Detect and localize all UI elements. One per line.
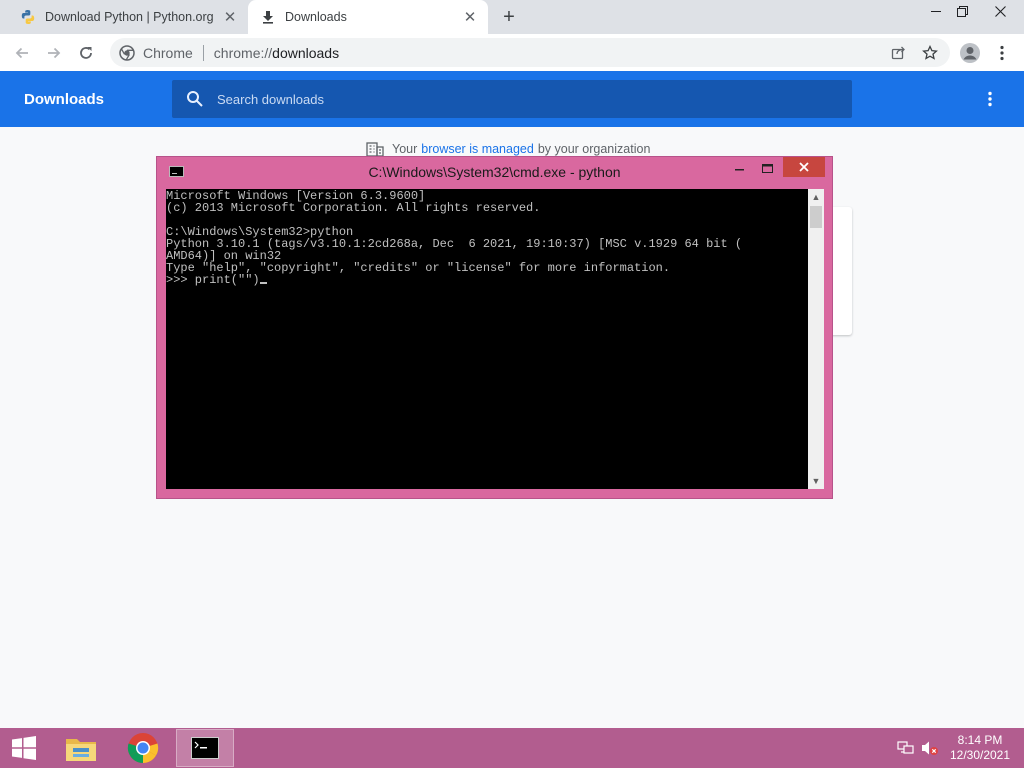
- browser-toolbar: Chrome chrome://downloads: [0, 34, 1024, 71]
- search-input[interactable]: [217, 91, 817, 107]
- search-icon: [185, 89, 205, 109]
- reload-button[interactable]: [72, 39, 100, 67]
- tab-title: Download Python | Python.org: [45, 10, 214, 24]
- file-explorer-icon[interactable]: [52, 729, 110, 767]
- url-path: downloads: [272, 44, 340, 61]
- back-button[interactable]: [8, 39, 36, 67]
- cmd-title-bar[interactable]: C:\Windows\System32\cmd.exe - python: [157, 157, 832, 189]
- scroll-up-arrow-icon[interactable]: ▲: [808, 189, 824, 205]
- managed-prefix: Your: [392, 142, 418, 156]
- page-title: Downloads: [24, 91, 105, 108]
- python-logo-icon: [20, 9, 36, 25]
- forward-button[interactable]: [40, 39, 68, 67]
- chrome-icon: [119, 44, 135, 61]
- url-scheme: chrome://: [213, 44, 273, 61]
- close-tab-icon[interactable]: ✕: [460, 7, 480, 27]
- close-window-button[interactable]: [984, 0, 1016, 22]
- tab-download-python[interactable]: Download Python | Python.org ✕: [8, 0, 248, 34]
- downloads-header: Downloads: [0, 71, 1024, 127]
- cmd-scrollbar[interactable]: ▲ ▼: [808, 189, 824, 489]
- cmd-minimize-button[interactable]: [730, 159, 750, 177]
- tab-downloads[interactable]: Downloads ✕: [248, 0, 488, 34]
- building-icon: [366, 141, 384, 157]
- scroll-down-arrow-icon[interactable]: ▼: [808, 473, 824, 489]
- network-icon[interactable]: [896, 738, 916, 758]
- omnibox-divider: [202, 44, 204, 61]
- restore-button[interactable]: [946, 0, 978, 22]
- address-bar[interactable]: Chrome chrome://downloads: [110, 38, 950, 67]
- text-cursor: [259, 282, 267, 284]
- managed-link[interactable]: browser is managed: [421, 142, 534, 156]
- search-bar[interactable]: [172, 80, 852, 118]
- system-clock[interactable]: 8:14 PM 12/30/2021: [944, 733, 1016, 763]
- start-button[interactable]: [0, 728, 48, 768]
- managed-suffix: by your organization: [537, 142, 651, 156]
- console-line: (c) 2013 Microsoft Corporation. All righ…: [166, 201, 541, 215]
- command-prompt-icon[interactable]: [176, 729, 234, 767]
- clock-date: 12/30/2021: [949, 748, 1011, 762]
- close-tab-icon[interactable]: ✕: [220, 7, 240, 27]
- bookmark-star-icon[interactable]: [916, 38, 944, 67]
- share-icon[interactable]: [884, 38, 912, 67]
- cmd-close-button[interactable]: [783, 157, 825, 177]
- download-icon: [260, 9, 276, 25]
- scrollbar-thumb[interactable]: [810, 206, 822, 228]
- windows-logo-icon: [12, 736, 36, 760]
- tab-title: Downloads: [285, 10, 347, 24]
- clock-time: 8:14 PM: [957, 733, 1003, 747]
- profile-avatar[interactable]: [956, 39, 984, 67]
- browser-menu-icon[interactable]: [988, 39, 1016, 67]
- chrome-icon[interactable]: [114, 729, 172, 767]
- console-prompt-line[interactable]: >>> print(""): [166, 273, 260, 287]
- cmd-maximize-button[interactable]: [757, 159, 777, 177]
- downloads-menu-icon[interactable]: [978, 87, 1002, 111]
- taskbar: 8:14 PM 12/30/2021: [0, 728, 1024, 768]
- speaker-muted-icon[interactable]: [920, 738, 940, 758]
- console-output[interactable]: Microsoft Windows [Version 6.3.9600] (c)…: [166, 189, 808, 489]
- cmd-window[interactable]: C:\Windows\System32\cmd.exe - python Mic…: [156, 156, 833, 499]
- console-text: Microsoft Windows [Version 6.3.9600] (c)…: [166, 190, 742, 286]
- site-label: Chrome: [143, 44, 193, 61]
- tab-strip: Download Python | Python.org ✕ Downloads…: [0, 0, 1024, 34]
- new-tab-button[interactable]: +: [498, 6, 520, 28]
